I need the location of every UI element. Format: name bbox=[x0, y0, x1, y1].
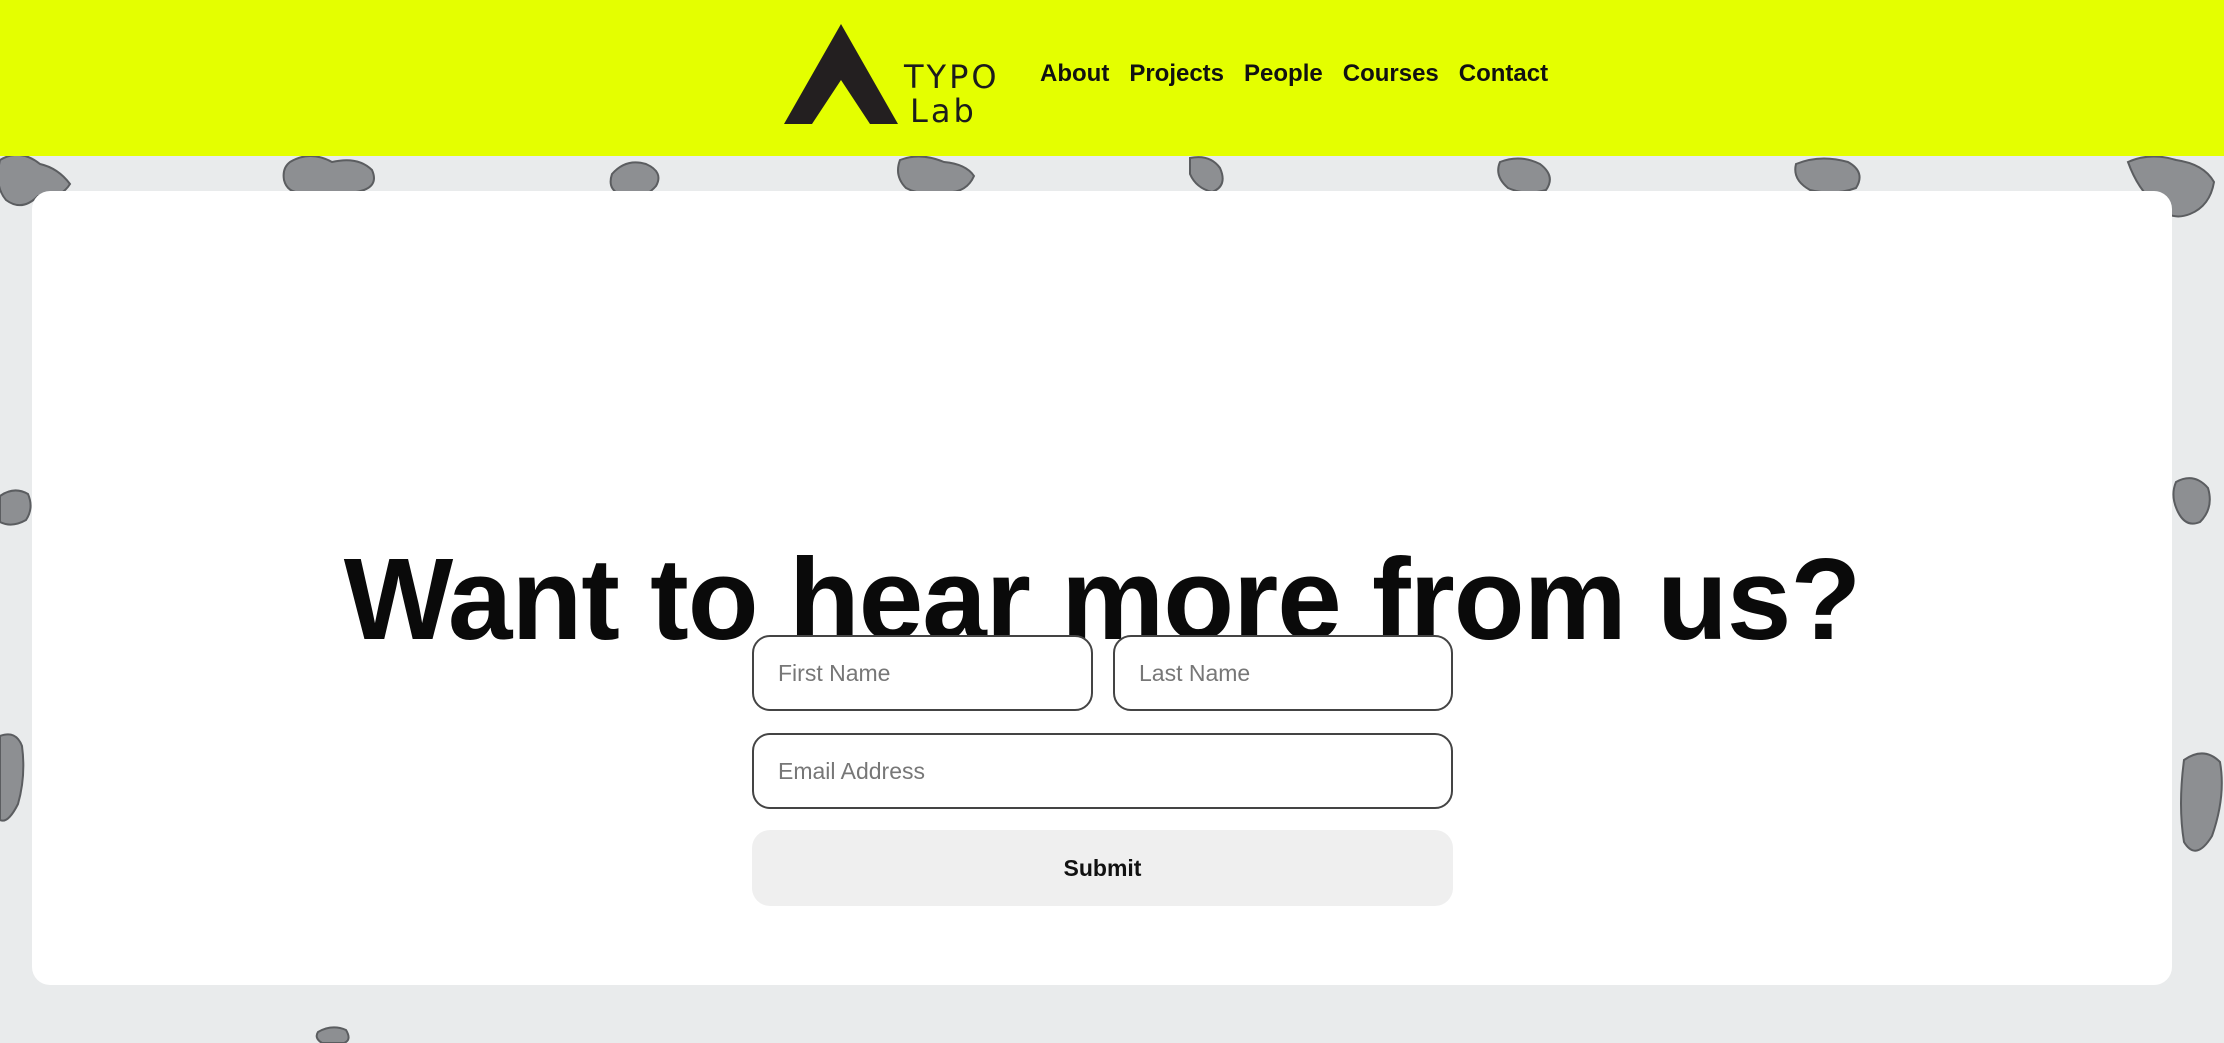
first-name-input[interactable]: First Name bbox=[752, 635, 1093, 711]
nav-link-people[interactable]: People bbox=[1244, 57, 1323, 91]
typo-lab-logo[interactable]: TYPO Lab bbox=[784, 24, 997, 130]
nav-link-projects[interactable]: Projects bbox=[1129, 57, 1224, 91]
email-input[interactable]: Email Address bbox=[752, 733, 1453, 809]
last-name-placeholder: Last Name bbox=[1139, 659, 1251, 686]
main-nav: About Projects People Courses Contact bbox=[1040, 57, 1548, 91]
hero-title: Want to hear more from us? bbox=[343, 534, 1862, 664]
nav-link-courses[interactable]: Courses bbox=[1343, 57, 1439, 91]
site-header: TYPO Lab About Projects People Courses C… bbox=[0, 0, 2224, 156]
first-name-placeholder: First Name bbox=[778, 659, 891, 686]
last-name-input[interactable]: Last Name bbox=[1113, 635, 1453, 711]
triangle-logo-icon bbox=[784, 24, 898, 124]
email-placeholder: Email Address bbox=[778, 757, 926, 784]
logo-text-lab: Lab bbox=[910, 92, 977, 130]
nav-link-about[interactable]: About bbox=[1040, 57, 1109, 91]
submit-button[interactable]: Submit bbox=[752, 830, 1453, 906]
nav-link-contact[interactable]: Contact bbox=[1459, 57, 1548, 91]
submit-button-label: Submit bbox=[1063, 854, 1142, 881]
logo-text-typo: TYPO bbox=[904, 58, 1000, 96]
